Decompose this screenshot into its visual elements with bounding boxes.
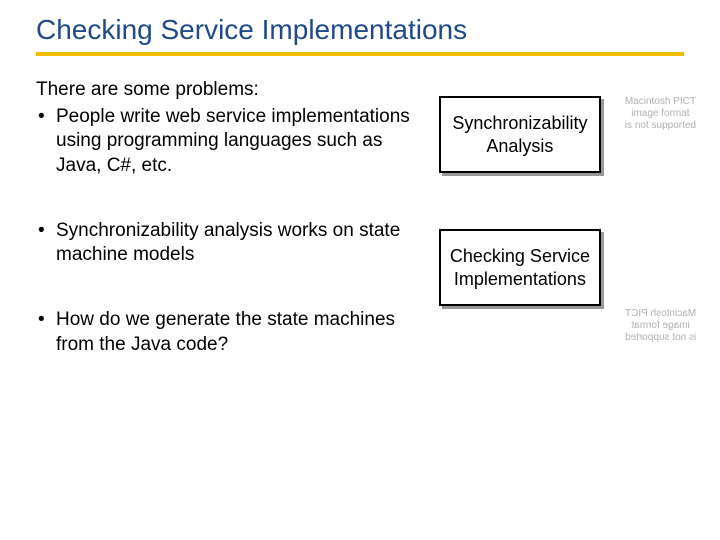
bullet-item: • Synchronizability analysis works on st… <box>36 219 419 268</box>
box-checking-service: Checking Service Implementations <box>439 229 601 306</box>
bullet-text: People write web service implementations… <box>56 105 419 179</box>
bullet-item: • People write web service implementatio… <box>36 105 419 179</box>
box-synchronizability: Synchronizability Analysis <box>439 96 601 173</box>
bullet-marker-icon: • <box>36 219 56 244</box>
bullet-marker-icon: • <box>36 105 56 130</box>
missing-image-placeholder: Macintosh PICT image format is not suppo… <box>625 96 696 132</box>
bullet-item: • How do we generate the state machines … <box>36 308 419 357</box>
bullet-text: Synchronizability analysis works on stat… <box>56 219 419 268</box>
missing-image-placeholder: Macintosh PICT image format is not suppo… <box>625 308 696 344</box>
title-underline <box>36 52 684 56</box>
bullet-text: How do we generate the state machines fr… <box>56 308 419 357</box>
slide-title: Checking Service Implementations <box>36 14 684 46</box>
body-right-column: Macintosh PICT image format is not suppo… <box>439 78 684 398</box>
intro-text: There are some problems: <box>36 78 419 103</box>
bullet-marker-icon: • <box>36 308 56 333</box>
body-left-column: There are some problems: • People write … <box>36 78 419 398</box>
